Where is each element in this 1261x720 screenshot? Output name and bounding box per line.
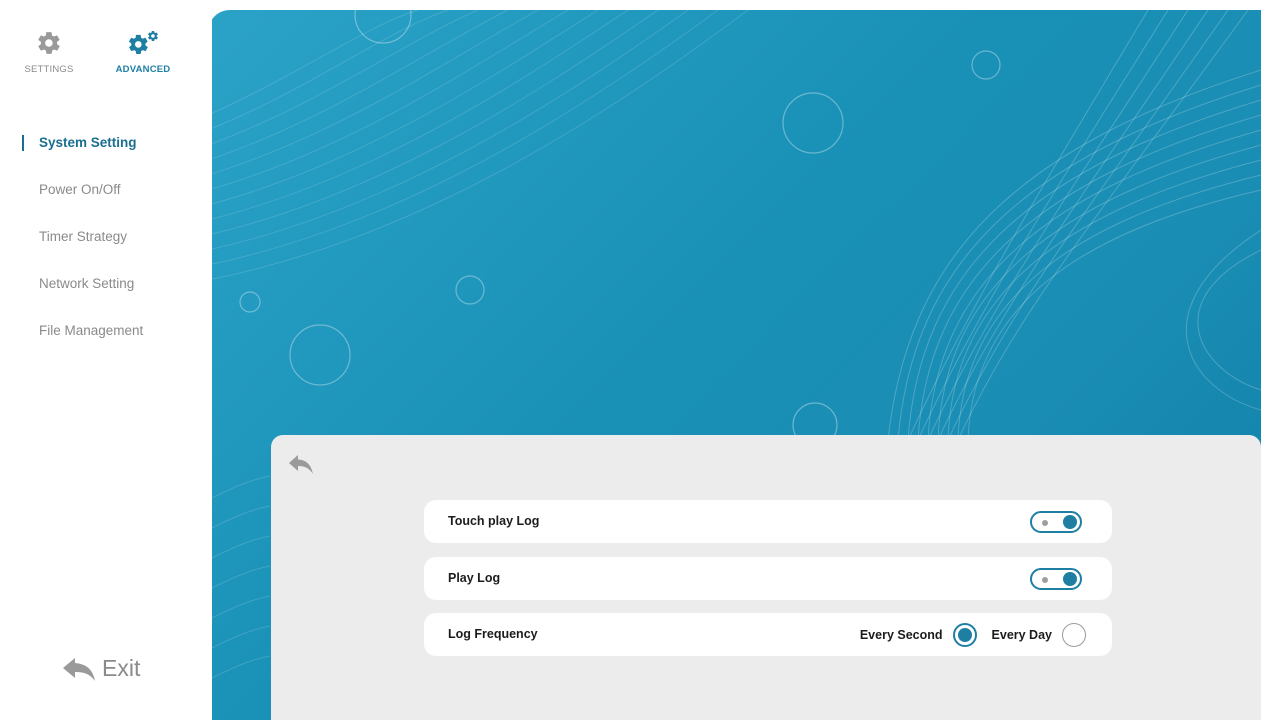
every-second-radio[interactable] [952, 623, 977, 647]
gear-icon [38, 32, 60, 54]
active-indicator [22, 135, 24, 151]
log-frequency-label: Log Frequency [448, 627, 538, 641]
back-arrow-icon [289, 455, 313, 474]
log-settings-panel: Touch play Log Play Log Log Frequency Ev… [271, 435, 1261, 720]
menu-item-power-on-off[interactable]: Power On/Off [0, 175, 212, 222]
back-button[interactable] [288, 453, 314, 480]
toggle-knob [1063, 572, 1077, 586]
every-day-label: Every Day [991, 628, 1052, 642]
toggle-knob [1063, 515, 1077, 529]
every-day-radio[interactable] [1062, 623, 1086, 647]
exit-label: Exit [102, 655, 141, 681]
log-frequency-row: Log Frequency Every Second Every Day [424, 613, 1112, 656]
settings-menu: System Setting Power On/Off Timer Strate… [0, 128, 212, 363]
menu-item-label: System Setting [39, 135, 137, 150]
touch-play-log-row: Touch play Log [424, 500, 1112, 543]
menu-item-label: Timer Strategy [39, 229, 128, 244]
tab-advanced[interactable]: ADVANCED [108, 30, 178, 75]
every-second-label: Every Second [859, 628, 943, 642]
touch-play-log-label: Touch play Log [448, 514, 540, 528]
menu-item-timer-strategy[interactable]: Timer Strategy [0, 222, 212, 269]
play-log-toggle[interactable] [1030, 568, 1082, 590]
tab-advanced-label: ADVANCED [115, 64, 171, 75]
tab-settings[interactable]: SETTINGS [14, 30, 84, 75]
menu-item-label: Power On/Off [39, 182, 121, 197]
toggle-off-dot [1042, 577, 1048, 583]
tab-settings-label: SETTINGS [24, 64, 74, 75]
play-log-label: Play Log [448, 571, 501, 585]
exit-arrow-icon [63, 657, 95, 681]
log-frequency-options: Every Second Every Day [860, 623, 1086, 647]
touch-play-log-toggle[interactable] [1030, 511, 1082, 533]
toggle-off-dot [1042, 520, 1048, 526]
menu-item-file-management[interactable]: File Management [0, 316, 212, 363]
play-log-row: Play Log [424, 557, 1112, 600]
menu-item-label: File Management [39, 323, 144, 338]
sidebar: SETTINGS ADVANCED System Setting Power O… [0, 0, 212, 720]
menu-item-system-setting[interactable]: System Setting [0, 128, 212, 175]
exit-button[interactable]: Exit [62, 655, 140, 682]
menu-item-network-setting[interactable]: Network Setting [0, 269, 212, 316]
gears-icon [129, 30, 158, 54]
menu-item-label: Network Setting [39, 276, 135, 291]
